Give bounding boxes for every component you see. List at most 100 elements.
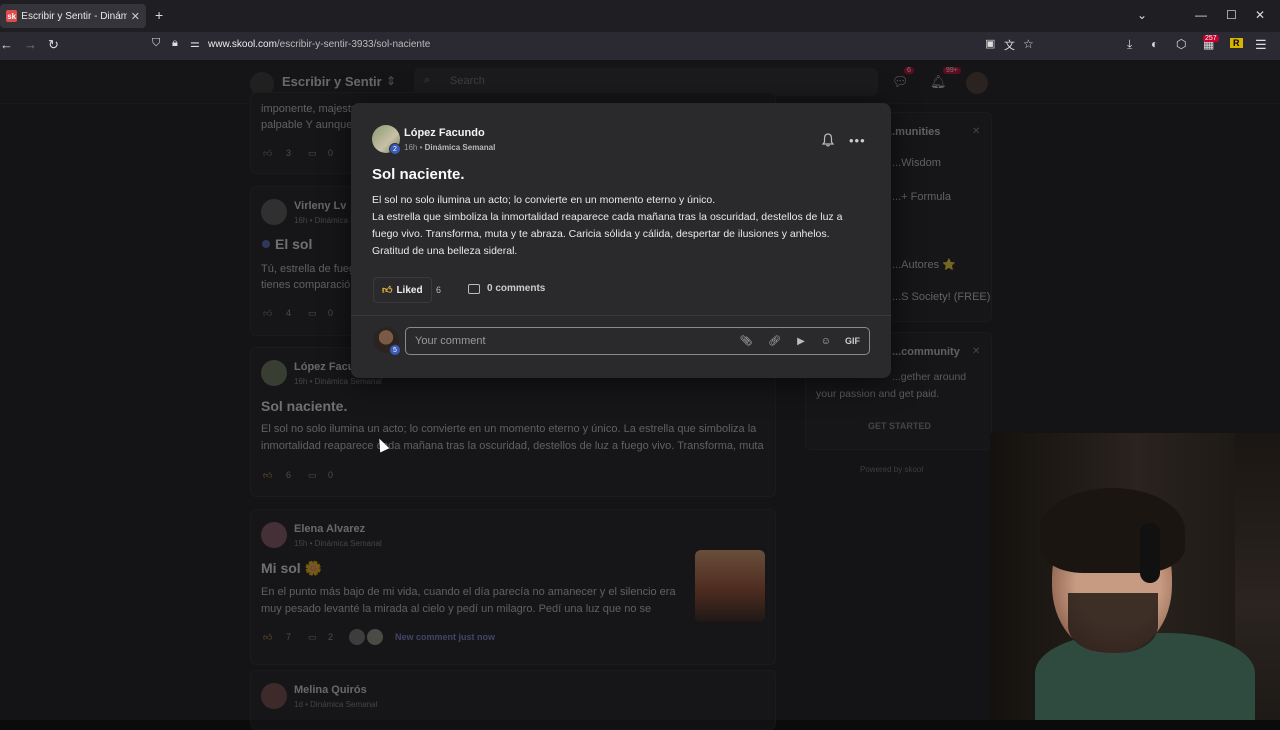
like-count: 6 (286, 470, 292, 480)
notification-bell-icon[interactable] (822, 133, 834, 147)
post-excerpt: muy pesado levanté la mirada al cielo y … (261, 603, 652, 615)
notification-bell-icon[interactable]: 🔔︎ (930, 74, 947, 90)
like-icon[interactable]: 👍︎ (263, 308, 272, 319)
post-title[interactable]: Mi sol 🌼 (261, 560, 322, 577)
comment-icon[interactable]: ▭ (308, 148, 317, 159)
search-icon: ⌕ (424, 74, 431, 86)
comment-icon[interactable]: ▭ (308, 632, 317, 643)
post-author[interactable]: Melina Quirós (294, 684, 367, 696)
post-title[interactable]: El sol (275, 236, 312, 252)
reload-icon[interactable]: ↻ (48, 37, 59, 53)
comment-icon (468, 283, 480, 294)
post-author[interactable]: Elena Alvarez (294, 523, 365, 535)
video-icon[interactable]: ▶ (797, 336, 805, 347)
community-link[interactable]: ...S Society! (FREE) (892, 291, 990, 303)
translate-icon[interactable]: 文 (1004, 37, 1015, 53)
author-level-badge: 2 (389, 143, 401, 155)
new-comment-label[interactable]: New comment just now (395, 632, 495, 642)
liked-label: Liked (396, 284, 423, 296)
extension-badge: 257 (1203, 35, 1219, 42)
comment-count: 0 (328, 308, 334, 318)
community-switch-icon[interactable]: ⇕ (386, 74, 396, 88)
menu-icon[interactable]: ☰ (1255, 37, 1267, 53)
liked-icon[interactable]: 👍︎ (263, 632, 272, 643)
link-icon[interactable]: 🔗︎ (768, 336, 781, 347)
bookmark-star-icon[interactable]: ☆ (1023, 37, 1034, 51)
post-body-line: El sol no solo ilumina un acto; lo convi… (372, 194, 716, 206)
comment-count: 2 (328, 632, 334, 642)
more-options-icon[interactable]: ••• (849, 133, 866, 148)
comments-label: 0 comments (487, 283, 546, 294)
comment-input[interactable]: Your comment 📎︎ 🔗︎ ▶ ☺ GIF (405, 327, 870, 355)
emoji-icon[interactable]: ☺ (821, 336, 831, 347)
attachment-icon[interactable]: 📎︎ (740, 336, 753, 347)
close-tab-icon[interactable]: ✕ (131, 10, 140, 23)
post-thumbnail-image[interactable] (695, 550, 765, 622)
new-tab-icon[interactable]: + (155, 7, 163, 23)
author-avatar[interactable] (261, 360, 287, 386)
user-avatar[interactable] (966, 72, 988, 94)
comments-button[interactable]: 0 comments (468, 283, 545, 294)
lock-icon[interactable]: 🔒︎ (172, 37, 178, 50)
comment-count: 0 (328, 470, 334, 480)
like-count: 7 (286, 632, 292, 642)
notification-badge: 99+ (943, 67, 961, 74)
comment-icon[interactable]: ▭ (308, 470, 317, 481)
liked-button[interactable]: 👍︎ Liked (373, 277, 432, 303)
forward-icon[interactable]: → (24, 37, 37, 52)
post-title[interactable]: Sol naciente. (261, 398, 347, 414)
tab-list-chevron-icon[interactable]: ⌄ (1137, 8, 1147, 22)
webcam-person-shirt (1035, 633, 1255, 720)
back-icon[interactable]: ← (0, 37, 13, 52)
create-community-text: your passion and get paid. (816, 388, 940, 400)
post-card[interactable]: Elena Alvarez 15h • Dinámica Semanal Mi … (250, 509, 776, 665)
divider (351, 315, 891, 316)
gif-button[interactable]: GIF (845, 336, 860, 346)
community-name[interactable]: Escribir y Sentir (282, 74, 382, 89)
downloads-icon[interactable]: ⤓ (1127, 37, 1132, 52)
comment-icon[interactable]: ▭ (308, 308, 317, 319)
chat-icon[interactable]: 💬︎ (892, 74, 909, 90)
extensions-icon[interactable]: ⬡ (1176, 37, 1186, 51)
reader-view-icon[interactable]: ▣ (985, 37, 995, 50)
commenter-avatar: 5 (373, 327, 401, 356)
comment-placeholder: Your comment (415, 335, 486, 347)
minimize-icon[interactable]: — (1195, 8, 1207, 22)
post-author[interactable]: Virleny Lv (294, 200, 346, 212)
like-count: 3 (286, 148, 292, 158)
communities-title: ...munities (886, 126, 941, 138)
close-icon[interactable]: ✕ (972, 126, 980, 137)
unread-dot-icon (262, 240, 270, 248)
post-meta: 16h • Dinámica Semanal (404, 143, 495, 152)
post-excerpt: inmortalidad reaparece cada mañana tras … (261, 440, 764, 452)
permissions-icon[interactable]: ⚌ (190, 37, 200, 50)
post-body: El sol no solo ilumina un acto; lo convi… (372, 192, 872, 260)
post-author[interactable]: López Facundo (404, 127, 485, 139)
post-excerpt: En el punto más bajo de mi vida, cuando … (261, 586, 676, 598)
post-title: Sol naciente. (372, 166, 465, 183)
author-avatar[interactable] (261, 683, 287, 709)
like-icon[interactable]: 👍︎ (263, 148, 272, 159)
like-count[interactable]: 6 (436, 285, 441, 295)
close-icon[interactable]: ✕ (972, 346, 980, 357)
post-category[interactable]: Dinámica Semanal (425, 143, 496, 152)
url-bar[interactable]: www.skool.com/escribir-y-sentir-3933/sol… (208, 39, 430, 50)
community-link[interactable]: ...Wisdom (892, 157, 941, 169)
post-meta: 16h • Dinámica Semanal (294, 377, 382, 386)
r-extension-icon[interactable]: R (1230, 38, 1243, 48)
account-icon[interactable]: ◐ (1151, 37, 1158, 51)
community-link[interactable]: ...+ Formula (892, 191, 951, 203)
author-avatar[interactable] (261, 199, 287, 225)
post-card[interactable]: Melina Quirós 1d • Dinámica Semanal (250, 670, 776, 730)
liked-icon[interactable]: 👍︎ (263, 470, 272, 481)
shield-icon[interactable]: ⛉ (152, 37, 160, 50)
author-avatar[interactable] (261, 522, 287, 548)
url-path: /escribir-y-sentir-3933/sol-naciente (276, 39, 431, 50)
maximize-icon[interactable]: ☐ (1226, 8, 1237, 22)
close-window-icon[interactable]: ✕ (1255, 8, 1265, 22)
community-link[interactable]: ...Autores ⭐ (892, 258, 956, 271)
get-started-button[interactable]: GET STARTED (868, 421, 931, 431)
chat-badge: 6 (904, 67, 914, 74)
post-modal: 2 López Facundo 16h • Dinámica Semanal •… (351, 103, 891, 378)
browser-tab[interactable]: sk Escribir y Sentir - Dinámica Semanal … (0, 4, 146, 28)
